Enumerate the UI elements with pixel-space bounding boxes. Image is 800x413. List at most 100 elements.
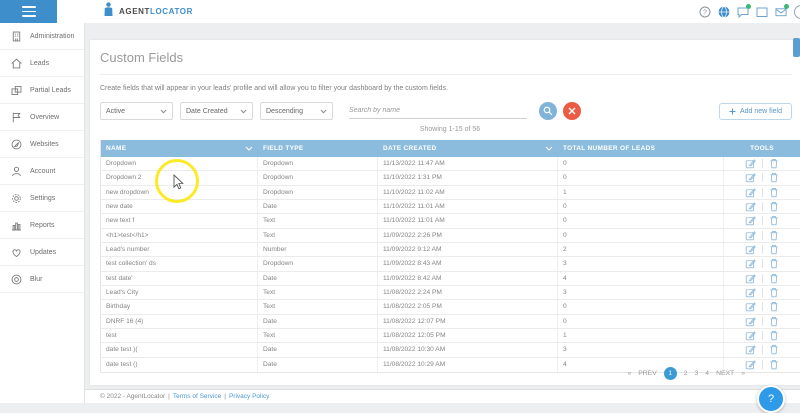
- pagination-prev[interactable]: PREV: [638, 370, 657, 377]
- pagination-page-2[interactable]: 2: [684, 370, 688, 377]
- delete-button[interactable]: [769, 230, 779, 241]
- sidebar-item-updates[interactable]: Updates: [0, 239, 84, 266]
- delete-button[interactable]: [769, 172, 779, 183]
- sidebar-item-account[interactable]: Account: [0, 158, 84, 185]
- plus-icon: [729, 108, 736, 114]
- help-fab-button[interactable]: ?: [757, 385, 785, 413]
- trash-icon: [770, 187, 778, 198]
- sidebar-item-label: Account: [30, 167, 56, 175]
- sidebar-item-overview[interactable]: Overview: [0, 104, 84, 131]
- sort-order-select[interactable]: Descending: [260, 102, 333, 120]
- delete-button[interactable]: [769, 301, 779, 312]
- logo-text: AGENTLOCATOR: [119, 7, 194, 16]
- edit-button[interactable]: [745, 316, 756, 327]
- cell-total-leads: 2: [558, 242, 724, 257]
- edit-button[interactable]: [745, 158, 756, 169]
- sidebar-item-settings[interactable]: Settings: [0, 185, 84, 212]
- cell-total-leads: 1: [558, 328, 724, 343]
- sidebar-item-partial-leads[interactable]: Partial Leads: [0, 77, 84, 104]
- edit-icon: [745, 245, 756, 255]
- tool-divider: [762, 202, 763, 212]
- edit-button[interactable]: [745, 273, 756, 284]
- overlap-squares-icon: [11, 85, 22, 95]
- cell-name: Lead's City: [101, 285, 258, 300]
- column-header-field-type[interactable]: FIELD TYPE: [258, 140, 378, 157]
- globe-icon[interactable]: [718, 5, 730, 18]
- cell-field-type: Date: [258, 199, 378, 214]
- clear-search-button[interactable]: [563, 102, 581, 120]
- edit-button[interactable]: [745, 172, 756, 183]
- sidebar-item-administration[interactable]: Administration: [0, 23, 84, 50]
- sidebar-item-websites[interactable]: Websites: [0, 131, 84, 158]
- edit-icon: [745, 331, 756, 341]
- delete-button[interactable]: [769, 359, 779, 370]
- pagination-page-3[interactable]: 3: [695, 370, 699, 377]
- delete-button[interactable]: [769, 287, 779, 298]
- column-header-date-created[interactable]: DATE CREATED: [378, 140, 558, 157]
- top-bar: AGENTLOCATOR ?: [0, 0, 800, 23]
- edit-button[interactable]: [745, 215, 756, 226]
- table-row: new text f Text 11/10/2022 11:01 AM 0: [101, 214, 800, 229]
- delete-button[interactable]: [769, 258, 779, 269]
- trash-icon: [770, 360, 778, 370]
- search-input[interactable]: [349, 103, 527, 119]
- sidebar-item-blur[interactable]: Blur: [0, 266, 84, 293]
- delete-button[interactable]: [769, 187, 779, 198]
- edit-button[interactable]: [745, 201, 756, 212]
- delete-button[interactable]: [769, 330, 779, 341]
- terms-of-service-link[interactable]: Terms of Service: [173, 393, 221, 400]
- edit-button[interactable]: [745, 258, 756, 269]
- add-new-field-button[interactable]: Add new field: [718, 102, 792, 120]
- edit-button[interactable]: [745, 359, 756, 370]
- delete-button[interactable]: [769, 273, 779, 284]
- delete-button[interactable]: [769, 316, 779, 327]
- help-icon[interactable]: ?: [699, 6, 711, 18]
- compass-icon: [11, 139, 22, 149]
- sidebar-item-reports[interactable]: Reports: [0, 212, 84, 239]
- edit-button[interactable]: [745, 330, 756, 341]
- edit-button[interactable]: [745, 287, 756, 298]
- trash-icon: [770, 245, 778, 255]
- delete-button[interactable]: [769, 201, 779, 212]
- edit-button[interactable]: [745, 344, 756, 355]
- edit-button[interactable]: [745, 244, 756, 255]
- column-header-total-leads[interactable]: TOTAL NUMBER OF LEADS: [558, 140, 724, 157]
- cell-tools: [724, 186, 800, 199]
- copyright-text: © 2022 - AgentLocator: [100, 393, 166, 400]
- sidebar-item-leads[interactable]: Leads: [0, 50, 84, 77]
- mail-icon[interactable]: [775, 3, 789, 18]
- pagination-first[interactable]: «: [627, 370, 631, 377]
- column-header-name[interactable]: NAME: [101, 140, 258, 157]
- app-logo[interactable]: AGENTLOCATOR: [103, 0, 193, 23]
- search-button[interactable]: [539, 102, 557, 120]
- delete-button[interactable]: [769, 158, 779, 169]
- edit-button[interactable]: [745, 187, 756, 198]
- delete-button[interactable]: [769, 244, 779, 255]
- edit-button[interactable]: [745, 301, 756, 312]
- trash-icon: [770, 288, 778, 298]
- cell-field-type: Dropdown: [258, 185, 378, 199]
- cell-date-created: 11/08/2022 10:29 AM: [378, 357, 558, 372]
- custom-fields-panel: Custom Fields Create fields that will ap…: [90, 40, 800, 385]
- delete-button[interactable]: [769, 215, 779, 226]
- top-icon-group: ?: [699, 0, 800, 23]
- hamburger-menu-button[interactable]: [0, 0, 57, 23]
- pagination-next[interactable]: NEXT: [716, 370, 734, 377]
- edit-icon: [745, 274, 756, 284]
- cell-name: new dropdown: [101, 185, 258, 199]
- user-avatar-icon[interactable]: [794, 4, 800, 19]
- delete-button[interactable]: [769, 344, 779, 355]
- sort-field-select[interactable]: Date Created: [180, 102, 253, 120]
- pagination-last[interactable]: »: [741, 370, 745, 377]
- cell-field-type: Dropdown: [258, 257, 378, 271]
- sidebar-nav: Administration Leads Partial Leads Overv…: [0, 23, 85, 403]
- window-icon[interactable]: [756, 6, 768, 18]
- scrollbar-thumb[interactable]: [793, 38, 800, 57]
- status-select[interactable]: Active: [100, 102, 173, 120]
- pagination-page-4[interactable]: 4: [705, 370, 709, 377]
- edit-button[interactable]: [745, 230, 756, 241]
- chat-notification-badge: [746, 3, 751, 9]
- chat-icon[interactable]: [737, 3, 751, 18]
- pagination-page-1[interactable]: 1: [663, 367, 677, 380]
- privacy-policy-link[interactable]: Privacy Policy: [229, 393, 269, 400]
